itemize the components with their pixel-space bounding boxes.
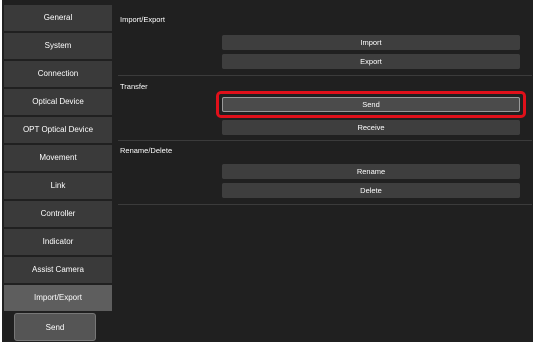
- sidebar-item-link[interactable]: Link: [4, 173, 112, 199]
- sidebar-item-import-export[interactable]: Import/Export: [4, 285, 112, 311]
- section-title-import-export: Import/Export: [120, 15, 166, 24]
- sidebar-item-optical-device[interactable]: Optical Device: [4, 89, 112, 115]
- sidebar-item-controller[interactable]: Controller: [4, 201, 112, 227]
- sidebar-item-movement[interactable]: Movement: [4, 145, 112, 171]
- export-button[interactable]: Export: [222, 54, 520, 69]
- sidebar-item-indicator[interactable]: Indicator: [4, 229, 112, 255]
- sidebar-item-system[interactable]: System: [4, 33, 112, 59]
- section-divider: [118, 75, 532, 76]
- section-divider: [118, 140, 532, 141]
- settings-window: General System Connection Optical Device…: [2, 0, 533, 342]
- section-title-transfer: Transfer: [120, 82, 148, 91]
- sidebar-send-button[interactable]: Send: [14, 313, 96, 341]
- main-panel: Import/Export Import Export Transfer Sen…: [118, 0, 535, 342]
- sidebar-item-connection[interactable]: Connection: [4, 61, 112, 87]
- sidebar-item-assist-camera[interactable]: Assist Camera: [4, 257, 112, 283]
- sidebar: General System Connection Optical Device…: [4, 5, 112, 342]
- send-button-highlight: [216, 91, 526, 118]
- rename-button[interactable]: Rename: [222, 164, 520, 179]
- sidebar-item-general[interactable]: General: [4, 5, 112, 31]
- section-divider: [118, 204, 532, 205]
- section-title-rename-delete: Rename/Delete: [120, 146, 173, 155]
- import-button[interactable]: Import: [222, 35, 520, 50]
- sidebar-item-opt-optical-device[interactable]: OPT Optical Device: [4, 117, 112, 143]
- receive-button[interactable]: Receive: [222, 120, 520, 135]
- delete-button[interactable]: Delete: [222, 183, 520, 198]
